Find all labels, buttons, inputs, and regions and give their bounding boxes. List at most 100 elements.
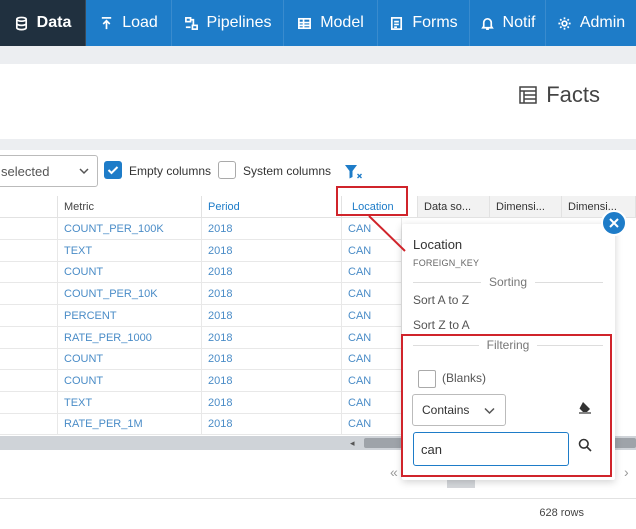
table-cell: 2018 — [202, 348, 342, 371]
table-row[interactable]: RATE_PER_1000 2018 CAN — [0, 326, 402, 349]
nav-item-label: Notif — [502, 14, 536, 31]
table-cell-blank — [0, 369, 58, 392]
match-mode-select[interactable]: Contains — [412, 394, 506, 426]
check-icon — [107, 166, 119, 175]
table-cell: TEXT — [58, 391, 202, 414]
table-cell: CAN — [342, 326, 402, 349]
match-mode-value: Contains — [422, 403, 470, 417]
sort-a-to-z[interactable]: Sort A to Z — [413, 293, 469, 307]
table-cell: 2018 — [202, 239, 342, 262]
column-select[interactable]: selected — [0, 155, 98, 187]
table-row[interactable]: PERCENT 2018 CAN — [0, 304, 402, 327]
table-cell: COUNT — [58, 369, 202, 392]
nav-item-label: Pipelines — [206, 14, 272, 31]
column-header-period[interactable]: Period — [202, 196, 342, 218]
nav-item-label: Load — [122, 14, 158, 31]
nav-item-pipelines[interactable]: Pipelines — [172, 0, 284, 46]
page-title: Facts — [518, 82, 600, 108]
scroll-left-icon[interactable]: ◂ — [350, 436, 355, 450]
toolbar: selected Empty columns System columns — [0, 150, 636, 196]
table-cell: 2018 — [202, 391, 342, 414]
table-icon — [298, 17, 312, 29]
bell-icon — [480, 17, 494, 30]
table-cell: 2018 — [202, 261, 342, 284]
table-cell-blank — [0, 261, 58, 284]
nav-item-label: Admin — [579, 14, 626, 31]
table-cell: CAN — [342, 304, 402, 327]
sorting-section-header: Sorting — [413, 275, 603, 289]
column-header-metric[interactable]: Metric — [58, 196, 202, 218]
table-cell-blank — [0, 326, 58, 349]
nav-item-forms[interactable]: Forms — [378, 0, 470, 46]
sort-z-to-a[interactable]: Sort Z to A — [413, 318, 470, 332]
system-columns-label: System columns — [243, 164, 332, 178]
table-cell-blank — [0, 283, 58, 306]
table-cell: CAN — [342, 413, 402, 436]
row-count: 628 rows — [539, 507, 584, 519]
table-row[interactable]: COUNT 2018 CAN — [0, 369, 402, 392]
filter-search-input[interactable] — [413, 432, 569, 466]
page-title-text: Facts — [546, 82, 600, 107]
popup-title: Location — [413, 237, 463, 252]
nav-item-label: Data — [36, 14, 72, 31]
table-cell-blank — [0, 239, 58, 262]
filtering-section-header: Filtering — [413, 338, 603, 352]
sorting-label: Sorting — [488, 275, 528, 289]
blanks-label: (Blanks) — [442, 371, 487, 385]
table-row[interactable]: TEXT 2018 CAN — [0, 239, 402, 262]
eraser-icon[interactable] — [578, 400, 592, 414]
empty-columns-label: Empty columns — [129, 164, 212, 178]
system-columns-checkbox[interactable] — [218, 161, 236, 179]
table-cell: CAN — [342, 218, 402, 240]
table-row[interactable]: COUNT 2018 CAN — [0, 348, 402, 371]
nav-item-notif[interactable]: Notif — [470, 0, 546, 46]
close-popup-button[interactable] — [601, 210, 627, 236]
close-icon — [609, 218, 619, 228]
table-cell-blank — [0, 304, 58, 327]
column-header-dimension-2[interactable]: Dimensi... — [562, 196, 636, 218]
empty-columns-checkbox[interactable] — [104, 161, 122, 179]
table-row[interactable]: COUNT_PER_100K 2018 CAN — [0, 218, 402, 240]
search-icon[interactable] — [578, 438, 592, 452]
table-cell: RATE_PER_1000 — [58, 326, 202, 349]
table-cell: COUNT — [58, 348, 202, 371]
nav-item-model[interactable]: Model — [284, 0, 378, 46]
nav-item-data[interactable]: Data — [0, 0, 86, 46]
footer: 628 rows — [0, 498, 636, 529]
table-cell: 2018 — [202, 369, 342, 392]
column-select-value: selected — [1, 163, 50, 179]
table-cell-blank — [0, 218, 58, 240]
column-header-location[interactable]: Location — [342, 196, 418, 218]
table-cell: 2018 — [202, 326, 342, 349]
pager-next-icon[interactable]: › — [624, 464, 629, 480]
nav-item-admin[interactable]: Admin — [546, 0, 636, 46]
database-icon — [15, 16, 27, 30]
table-row[interactable]: RATE_PER_1M 2018 CAN — [0, 413, 402, 436]
table-list-icon — [519, 86, 537, 104]
blanks-checkbox[interactable] — [418, 370, 436, 388]
pager-prev-icon[interactable]: « — [390, 464, 398, 480]
nav-item-label: Model — [320, 14, 364, 31]
table-cell: CAN — [342, 239, 402, 262]
table-cell: 2018 — [202, 413, 342, 436]
table-cell-blank — [0, 348, 58, 371]
upload-icon — [102, 16, 112, 29]
table-row[interactable]: TEXT 2018 CAN — [0, 391, 402, 414]
table-cell: TEXT — [58, 239, 202, 262]
filtering-label: Filtering — [486, 338, 530, 352]
table-cell: 2018 — [202, 218, 342, 240]
nav-item-load[interactable]: Load — [86, 0, 172, 46]
page-header: Facts — [0, 64, 636, 139]
table-row[interactable]: COUNT_PER_10K 2018 CAN — [0, 283, 402, 306]
table-cell: CAN — [342, 348, 402, 371]
column-header-dimension-1[interactable]: Dimensi... — [490, 196, 562, 218]
table-cell: CAN — [342, 283, 402, 306]
table-cell: PERCENT — [58, 304, 202, 327]
filter-clear-icon[interactable] — [344, 163, 364, 181]
table-row[interactable]: COUNT 2018 CAN — [0, 261, 402, 284]
table-cell: CAN — [342, 369, 402, 392]
table-cell: RATE_PER_1M — [58, 413, 202, 436]
gear-icon — [558, 16, 571, 30]
table-cell: COUNT_PER_10K — [58, 283, 202, 306]
column-header-data-source[interactable]: Data so... — [418, 196, 490, 218]
